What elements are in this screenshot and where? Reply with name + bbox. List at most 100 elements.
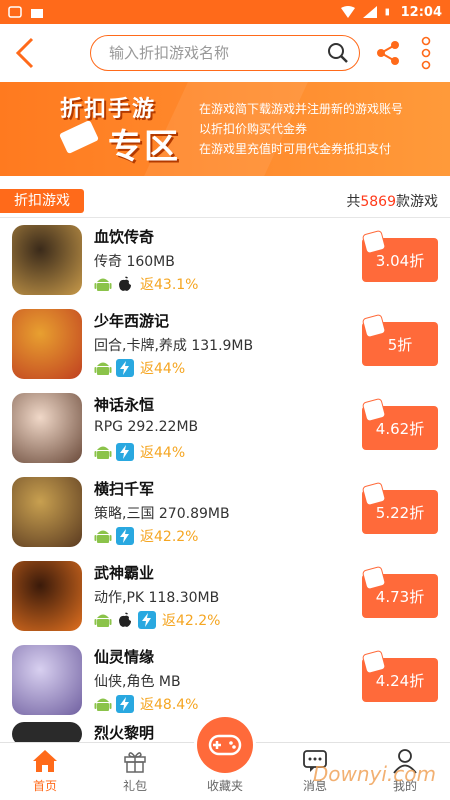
game-meta: 回合,卡牌,养成 131.9MB — [94, 338, 254, 354]
more-vertical-icon — [421, 36, 431, 70]
more-button[interactable] — [416, 33, 436, 73]
tab-label: 首页 — [32, 779, 57, 793]
favorites-button[interactable] — [197, 717, 253, 773]
discount-button[interactable]: 3.04折 — [361, 229, 438, 282]
game-tags: 返48.4% — [94, 694, 362, 714]
watermark: Downyi.com — [312, 762, 436, 786]
game-icon — [12, 477, 82, 547]
tab-favorites[interactable]: 收藏夹 — [180, 717, 270, 800]
game-meta: 仙侠,角色 MB — [94, 674, 181, 690]
discount-label: 3.04折 — [375, 251, 425, 270]
game-list: 血饮传奇 传奇 160MB 返43.1% 3.04折 少年西游记 回合,卡牌,养… — [0, 218, 450, 722]
game-icon — [12, 393, 82, 463]
game-name: 仙灵情缘 — [94, 648, 155, 666]
section-header: 折扣游戏 共5869款游戏 — [0, 176, 450, 218]
discount-label: 4.24折 — [375, 671, 425, 690]
list-item[interactable]: 少年西游记 回合,卡牌,养成 131.9MB 返44% 5折 — [0, 302, 450, 386]
rebate-text: 返48.4% — [140, 697, 199, 713]
tab-gift[interactable]: 礼包 — [90, 743, 180, 800]
game-name: 血饮传奇 — [94, 228, 155, 246]
list-item[interactable]: 神话永恒 RPG 292.22MB 返44% 4.62折 — [0, 386, 450, 470]
lightning-icon — [116, 359, 134, 377]
gift-icon — [124, 752, 146, 773]
count-prefix: 共 — [346, 193, 361, 210]
search-box[interactable] — [90, 35, 360, 71]
game-meta: 动作,PK 118.30MB — [94, 590, 220, 606]
discount-button[interactable]: 4.62折 — [361, 397, 438, 450]
lightning-icon — [116, 527, 134, 545]
rebate-text: 返42.2% — [162, 613, 221, 629]
signal-icon — [362, 6, 377, 18]
count-number: 5869 — [360, 193, 396, 210]
rebate-text: 返44% — [140, 361, 186, 377]
tab-home[interactable]: 首页 — [0, 743, 90, 800]
apple-icon — [116, 275, 134, 293]
game-meta: RPG 292.22MB — [94, 419, 199, 435]
gamepad-icon — [208, 734, 242, 756]
game-icon — [12, 309, 82, 379]
chevron-left-icon — [15, 37, 34, 69]
discount-label: 4.73折 — [375, 587, 425, 606]
android-icon — [94, 611, 112, 629]
game-icon — [12, 561, 82, 631]
game-meta: 传奇 160MB — [94, 254, 175, 270]
promo-banner: 折扣手游 专区 在游戏简下载游戏并注册新的游戏账号 以折扣价购买代金券 在游戏里… — [0, 82, 450, 176]
share-button[interactable] — [374, 38, 402, 68]
banner-description: 在游戏简下载游戏并注册新的游戏账号 以折扣价购买代金券 在游戏里充值时可用代金券… — [199, 99, 403, 159]
lightning-icon — [116, 695, 134, 713]
list-item[interactable]: 横扫千军 策略,三国 270.89MB 返42.2% 5.22折 — [0, 470, 450, 554]
android-icon — [94, 443, 112, 461]
android-icon — [94, 359, 112, 377]
discount-label: 5折 — [387, 335, 413, 354]
game-name: 武神霸业 — [94, 564, 155, 582]
tab-label: 礼包 — [122, 779, 147, 793]
game-count: 共5869款游戏 — [346, 191, 450, 211]
android-icon — [94, 527, 112, 545]
discount-button[interactable]: 4.24折 — [361, 649, 438, 702]
game-tags: 返42.2% — [94, 526, 362, 546]
banner-line: 以折扣价购买代金券 — [199, 122, 308, 136]
rebate-text: 返43.1% — [140, 277, 199, 293]
game-tags: 返44% — [94, 358, 362, 378]
game-name: 少年西游记 — [94, 312, 170, 330]
game-tags: 返43.1% — [94, 274, 362, 294]
lightning-icon — [116, 443, 134, 461]
apple-icon — [116, 611, 134, 629]
list-item[interactable]: 武神霸业 动作,PK 118.30MB 返42.2% 4.73折 — [0, 554, 450, 638]
game-name: 烈火黎明 — [94, 724, 155, 742]
android-icon — [94, 695, 112, 713]
list-item[interactable]: 仙灵情缘 仙侠,角色 MB 返48.4% 4.24折 — [0, 638, 450, 722]
discount-button[interactable]: 5.22折 — [361, 481, 438, 534]
status-bar: 12:04 — [0, 0, 450, 24]
lightning-icon — [138, 611, 156, 629]
notification-icon — [8, 6, 22, 18]
discount-button[interactable]: 5折 — [361, 313, 438, 366]
search-input[interactable] — [109, 44, 327, 62]
banner-line: 在游戏里充值时可用代金券抵扣支付 — [199, 142, 392, 156]
game-name: 神话永恒 — [94, 396, 155, 414]
game-tags: 返44% — [94, 442, 362, 462]
wifi-icon — [340, 6, 355, 18]
discount-tag-icon — [361, 313, 387, 339]
top-bar — [0, 24, 450, 82]
banner-title-line2: 专区 — [108, 126, 180, 167]
discount-label: 5.22折 — [375, 503, 425, 522]
game-icon — [12, 225, 82, 295]
banner-line: 在游戏简下载游戏并注册新的游戏账号 — [199, 102, 404, 116]
share-icon — [377, 41, 399, 65]
rebate-text: 返44% — [140, 445, 186, 461]
game-tags: 返42.2% — [94, 610, 362, 630]
game-icon — [12, 645, 82, 715]
rebate-text: 返42.2% — [140, 529, 199, 545]
game-name: 横扫千军 — [94, 480, 155, 498]
status-time: 12:04 — [400, 4, 442, 20]
search-icon[interactable] — [327, 42, 349, 64]
list-item[interactable]: 血饮传奇 传奇 160MB 返43.1% 3.04折 — [0, 218, 450, 302]
section-label: 折扣游戏 — [0, 188, 84, 213]
back-button[interactable] — [10, 33, 40, 73]
home-icon — [33, 750, 57, 772]
game-meta: 策略,三国 270.89MB — [94, 506, 230, 522]
count-suffix: 款游戏 — [396, 193, 438, 210]
discount-button[interactable]: 4.73折 — [361, 565, 438, 618]
bag-icon — [31, 9, 43, 18]
